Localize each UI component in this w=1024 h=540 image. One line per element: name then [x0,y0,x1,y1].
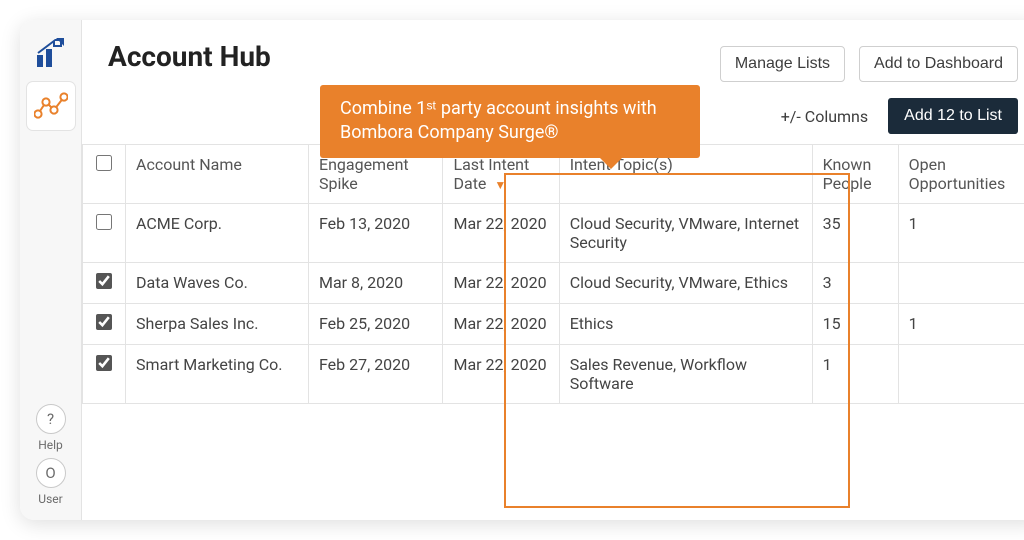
cell-checkbox [83,204,126,263]
header-buttons: Manage Lists Add to Dashboard [720,40,1018,82]
help-button[interactable]: ? [36,404,66,434]
cell-engagement-spike: Feb 13, 2020 [308,204,443,263]
cell-checkbox [83,263,126,304]
cell-engagement-spike: Feb 25, 2020 [308,304,443,345]
sort-desc-icon: ▼ [494,178,506,192]
cell-open-opps: 1 [898,304,1024,345]
manage-lists-button[interactable]: Manage Lists [720,46,845,82]
col-account-name[interactable]: Account Name [126,145,309,204]
col-open-opps[interactable]: Open Opportunities [898,145,1024,204]
user-button[interactable]: O [36,458,66,488]
col-checkbox [83,145,126,204]
cell-intent-topics: Cloud Security, VMware, Ethics [559,263,812,304]
cell-open-opps: 0 [898,345,1024,404]
row-checkbox[interactable] [96,214,112,230]
cell-intent-topics: Sales Revenue, Workflow Software [559,345,812,404]
columns-toggle[interactable]: +/- Columns [781,107,868,126]
callout-tooltip: Combine 1ˢᵗ party account insights with … [320,85,700,158]
select-all-checkbox[interactable] [96,155,112,171]
cell-account-name: Sherpa Sales Inc. [126,304,309,345]
cell-account-name: Smart Marketing Co. [126,345,309,404]
cell-account-name: Data Waves Co. [126,263,309,304]
table-row[interactable]: Data Waves Co.Mar 8, 2020Mar 22, 2020Clo… [83,263,1024,304]
cell-last-intent-date: Mar 22, 2020 [443,263,559,304]
accounts-table: Account Name Engagement Spike Last Inten… [82,144,1024,404]
table-row[interactable]: Sherpa Sales Inc.Feb 25, 2020Mar 22, 202… [83,304,1024,345]
cell-intent-topics: Cloud Security, VMware, Internet Securit… [559,204,812,263]
cell-intent-topics: Ethics [559,304,812,345]
cell-open-opps: 1 [898,204,1024,263]
add-to-dashboard-button[interactable]: Add to Dashboard [859,46,1018,82]
row-checkbox[interactable] [96,273,112,289]
add-to-list-button[interactable]: Add 12 to List [888,98,1018,134]
trend-arrow-icon [34,37,68,71]
nav-item-home[interactable] [27,30,75,78]
cell-last-intent-date: Mar 22, 2020 [443,304,559,345]
sidebar: ? Help O User [20,20,82,520]
table-row[interactable]: Smart Marketing Co.Feb 27, 2020Mar 22, 2… [83,345,1024,404]
app-window: ? Help O User Account Hub Manage Lists A… [20,20,1024,520]
col-known-people[interactable]: Known People [812,145,898,204]
header: Account Hub Manage Lists Add to Dashboar… [82,20,1024,82]
row-checkbox[interactable] [96,355,112,371]
cell-known-people: 35 [812,204,898,263]
cell-known-people: 1 [812,345,898,404]
cell-last-intent-date: Mar 22, 2020 [443,204,559,263]
col-date-label: Last Intent Date [453,155,529,193]
row-checkbox[interactable] [96,314,112,330]
help-label: Help [38,438,63,452]
cell-engagement-spike: Mar 8, 2020 [308,263,443,304]
nav-item-insights[interactable] [27,82,75,130]
cell-known-people: 15 [812,304,898,345]
cell-open-opps: 0 [898,263,1024,304]
cell-account-name: ACME Corp. [126,204,309,263]
table-row[interactable]: ACME Corp.Feb 13, 2020Mar 22, 2020Cloud … [83,204,1024,263]
cell-checkbox [83,345,126,404]
cell-engagement-spike: Feb 27, 2020 [308,345,443,404]
cell-known-people: 3 [812,263,898,304]
page-title: Account Hub [108,40,271,73]
user-label: User [38,492,62,506]
cell-checkbox [83,304,126,345]
cell-last-intent-date: Mar 22, 2020 [443,345,559,404]
sidebar-footer: ? Help O User [36,404,66,506]
connected-dots-icon [34,92,68,120]
callout-text: Combine 1ˢᵗ party account insights with … [340,98,657,143]
